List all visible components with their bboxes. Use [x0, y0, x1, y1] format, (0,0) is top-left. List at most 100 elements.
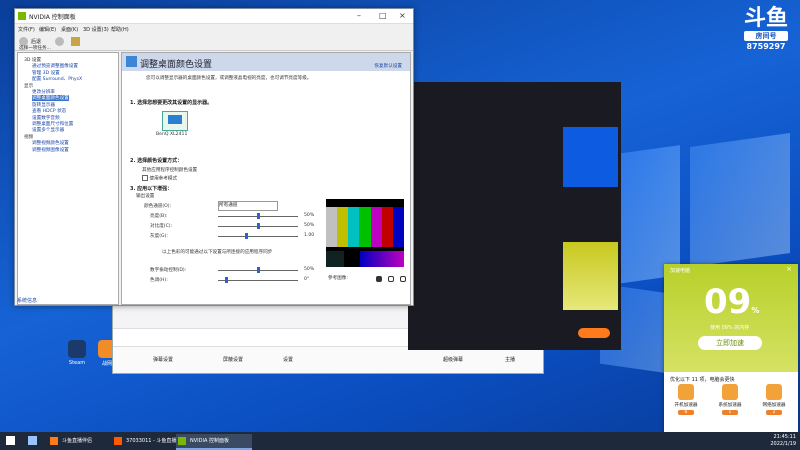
- step3-heading: 3. 应用以下增强：: [130, 186, 173, 192]
- slider-thumb[interactable]: [245, 233, 248, 239]
- system-clock[interactable]: 21:45:11 2022/1/19: [770, 434, 796, 448]
- title-bar[interactable]: NVIDIA 控制面板 – □ ×: [15, 9, 413, 24]
- monitor-icon: [168, 115, 182, 124]
- slider-thumb[interactable]: [257, 267, 260, 273]
- color-bar: [326, 207, 338, 247]
- reference-radio-1[interactable]: [376, 276, 382, 282]
- menu-desktop[interactable]: 桌面(K): [61, 26, 78, 33]
- chat-bottom-item[interactable]: 屏蔽设置: [223, 356, 243, 363]
- home-icon[interactable]: [71, 37, 80, 46]
- nvidia-control-panel-window[interactable]: NVIDIA 控制面板 – □ × 文件(F) 编辑(E) 桌面(K) 3D 设…: [14, 8, 414, 306]
- output-label: 输出设置: [136, 194, 155, 199]
- tool-network[interactable]: 网络加速器 2: [760, 384, 788, 415]
- slider-label: 亮度(B):: [150, 214, 168, 219]
- minimize-icon[interactable]: –: [357, 11, 361, 20]
- taskbar: 斗鱼直播伴侣 37033011 - 斗鱼直播... NVIDIA 控制面板 21…: [0, 432, 800, 450]
- desktop-icon-steam[interactable]: Steam: [64, 340, 90, 366]
- intro-text: 您可以调整显示器的桌面颜色设置，或调整液晶电视的亮度，也可调节亮度等级。: [146, 76, 312, 81]
- menu-file[interactable]: 文件(F): [18, 26, 35, 33]
- menu-edit[interactable]: 编辑(E): [39, 26, 56, 33]
- reference-radio-3[interactable]: [400, 276, 406, 282]
- tool-system[interactable]: 系统加速器 1: [716, 384, 744, 415]
- chat-bottom-item[interactable]: 弹幕设置: [153, 356, 173, 363]
- checkbox-box: [142, 175, 148, 181]
- tree-item[interactable]: 设置多个显示器: [32, 127, 64, 133]
- taskbar-item-browser[interactable]: 37033011 - 斗鱼直播...: [112, 434, 186, 448]
- slider-label: 灰度(G):: [150, 234, 168, 239]
- tree-item[interactable]: 查看 HDCP 状态: [32, 108, 66, 114]
- tree-category[interactable]: 视频: [24, 134, 33, 140]
- tree-item[interactable]: 更改分辨率: [32, 89, 55, 95]
- restore-defaults-link[interactable]: 恢复默认设置: [374, 63, 402, 69]
- channel-label: 颜色通道(O):: [144, 204, 172, 209]
- channel-select[interactable]: 所有通道: [218, 201, 278, 211]
- tree-item[interactable]: 配置 Surround、PhysX: [32, 76, 82, 82]
- folder-icon[interactable]: [28, 436, 37, 445]
- slider-track[interactable]: [218, 280, 298, 281]
- stream-preview-thumb: [563, 242, 618, 310]
- tree-item[interactable]: 调整桌面颜色设置: [32, 95, 69, 102]
- rocket-icon: [678, 384, 694, 400]
- forward-arrow-icon[interactable]: [55, 37, 64, 46]
- system-info-link[interactable]: 系统信息: [17, 297, 37, 304]
- slider-track[interactable]: [218, 236, 298, 237]
- toolbar: 后退: [15, 34, 413, 51]
- close-icon[interactable]: ×: [786, 265, 792, 273]
- tree-header: 选择一项任务...: [19, 46, 51, 51]
- reference-mode-checkbox[interactable]: 使用参考模式: [142, 175, 177, 182]
- gauge-icon: [722, 384, 738, 400]
- color-mode-radio[interactable]: 其他应用程序控制颜色设置: [142, 167, 197, 173]
- tree-item[interactable]: 调整视频颜色设置: [32, 140, 69, 146]
- monitor-tile[interactable]: [162, 111, 188, 131]
- reference-radio-2[interactable]: [388, 276, 394, 282]
- chat-bottom-item[interactable]: 设置: [283, 356, 293, 363]
- tree-item[interactable]: 通过预览调整图像设置: [32, 63, 78, 69]
- chat-bottom-item[interactable]: 超级弹幕: [443, 356, 463, 363]
- task-tree[interactable]: 选择一项任务... 3D 设置 通过预览调整图像设置 管理 3D 设置 配置 Surr…: [17, 46, 119, 305]
- speedup-header: 加速电脑: [670, 268, 691, 274]
- menu-3d[interactable]: 3D 设置(3): [83, 26, 109, 33]
- douyu-watermark: 斗鱼 房间号 8759297: [738, 8, 794, 51]
- color-bar: [337, 207, 349, 247]
- slider-thumb[interactable]: [257, 213, 260, 219]
- nvidia-icon: [178, 437, 186, 445]
- step2-heading: 2. 选择颜色设置方式：: [130, 158, 183, 164]
- chat-bottom-item[interactable]: 主播: [505, 356, 515, 363]
- color-bar: [348, 207, 360, 247]
- tree-item[interactable]: 调整视频图像设置: [32, 147, 69, 153]
- taskbar-item-nvidia[interactable]: NVIDIA 控制面板: [176, 434, 252, 450]
- speedup-widget[interactable]: 加速电脑 × 09% 使用 09% 的内存 立即加速 优化以下 11 项，电脑会…: [664, 264, 798, 434]
- tree-item[interactable]: 旋转显示器: [32, 102, 55, 108]
- tree-category[interactable]: 3D 设置: [24, 57, 41, 63]
- slider-thumb[interactable]: [225, 277, 228, 283]
- optimize-message: 优化以下 11 项，电脑会更快: [670, 377, 735, 383]
- room-number: 8759297: [746, 42, 786, 51]
- back-button[interactable]: 后退: [31, 38, 41, 45]
- step1-heading: 1. 选择您想要更改其设置的显示器。: [130, 100, 213, 106]
- menu-help[interactable]: 帮助(H): [111, 26, 129, 33]
- slider-thumb[interactable]: [257, 223, 260, 229]
- memory-percent: 09%: [704, 282, 760, 322]
- tree-item[interactable]: 调整桌面尺寸和位置: [32, 121, 73, 127]
- tree-category[interactable]: 显示: [24, 83, 33, 89]
- speedup-button[interactable]: 立即加速: [698, 336, 762, 350]
- color-bar: [359, 207, 371, 247]
- stream-panel[interactable]: [408, 82, 621, 350]
- slider-value: 0°: [304, 277, 310, 282]
- maximize-icon[interactable]: □: [379, 11, 387, 20]
- tree-item[interactable]: 管理 3D 设置: [32, 70, 60, 76]
- stream-preview-logo: [563, 127, 618, 187]
- menu-bar: 文件(F) 编辑(E) 桌面(K) 3D 设置(3) 帮助(H): [15, 24, 413, 34]
- taskbar-item-douyu[interactable]: 斗鱼直播伴侣: [48, 434, 122, 448]
- memory-usage-text: 使用 09% 的内存: [710, 325, 750, 331]
- windows-start-icon[interactable]: [6, 436, 15, 445]
- chat-bottom-bar: 弹幕设置 屏蔽设置 设置 超级弹幕 主播: [113, 346, 543, 373]
- tree-item[interactable]: 设置数字音频: [32, 115, 60, 121]
- reference-image: [326, 199, 404, 267]
- close-icon[interactable]: ×: [399, 11, 406, 20]
- tool-startup[interactable]: 开机加速器 6: [672, 384, 700, 415]
- room-label: 房间号: [744, 31, 788, 41]
- go-live-button[interactable]: [578, 328, 610, 338]
- color-bar: [381, 207, 393, 247]
- reference-image-label: 参考图像:: [328, 276, 348, 281]
